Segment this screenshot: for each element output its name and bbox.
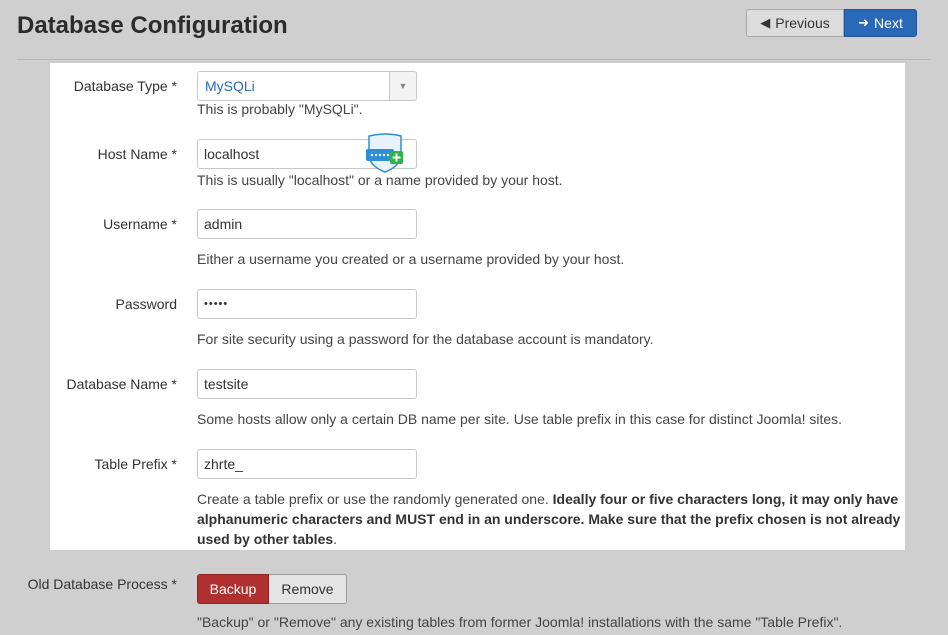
host-label: Host Name * bbox=[97, 146, 177, 162]
db-name-help: Some hosts allow only a certain DB name … bbox=[197, 411, 843, 427]
db-type-label: Database Type * bbox=[73, 78, 177, 94]
username-input[interactable]: admin bbox=[197, 209, 417, 239]
db-name-value: testsite bbox=[204, 376, 249, 392]
prefix-value: zhrte_ bbox=[204, 456, 243, 472]
old-db-help: "Backup" or "Remove" any existing tables… bbox=[197, 614, 843, 630]
prefix-help-plain: Create a table prefix or use the randoml… bbox=[197, 491, 553, 507]
old-db-label: Old Database Process * bbox=[27, 576, 177, 592]
page-title: Database Configuration bbox=[17, 12, 288, 39]
db-name-input[interactable]: testsite bbox=[197, 369, 417, 399]
db-name-label: Database Name * bbox=[66, 376, 177, 392]
prefix-label: Table Prefix * bbox=[94, 456, 177, 472]
next-button[interactable]: ➜ Next bbox=[844, 9, 917, 37]
prefix-help: Create a table prefix or use the randoml… bbox=[197, 489, 905, 549]
arrow-right-icon: ➜ bbox=[858, 15, 870, 30]
password-help: For site security using a password for t… bbox=[197, 331, 654, 347]
backup-button[interactable]: Backup bbox=[197, 574, 269, 604]
password-value: ••••• bbox=[204, 298, 229, 310]
password-label: Password bbox=[115, 296, 177, 312]
password-manager-icon[interactable] bbox=[365, 132, 405, 174]
remove-button[interactable]: Remove bbox=[269, 574, 347, 604]
chevron-down-icon[interactable]: ▼ bbox=[389, 72, 416, 100]
prefix-help-end: . bbox=[333, 531, 338, 547]
prefix-input[interactable]: zhrte_ bbox=[197, 449, 417, 479]
arrow-left-icon: ◀ bbox=[760, 15, 771, 30]
db-type-select[interactable]: MySQLi ▼ bbox=[197, 71, 417, 101]
username-help: Either a username you created or a usern… bbox=[197, 251, 625, 267]
nav-buttons: ◀ Previous ➜ Next bbox=[746, 9, 917, 37]
db-type-help: This is probably "MySQLi". bbox=[197, 101, 363, 117]
host-value: localhost bbox=[204, 146, 260, 162]
previous-button[interactable]: ◀ Previous bbox=[746, 9, 844, 37]
previous-label: Previous bbox=[775, 15, 830, 31]
username-label: Username * bbox=[103, 216, 177, 232]
header-divider bbox=[17, 59, 931, 60]
username-value: admin bbox=[204, 216, 243, 232]
old-db-toggle: Backup Remove bbox=[197, 574, 347, 604]
next-label: Next bbox=[874, 15, 903, 31]
password-input[interactable]: ••••• bbox=[197, 289, 417, 319]
db-type-value: MySQLi bbox=[205, 78, 255, 94]
highlight-panel bbox=[50, 63, 905, 550]
